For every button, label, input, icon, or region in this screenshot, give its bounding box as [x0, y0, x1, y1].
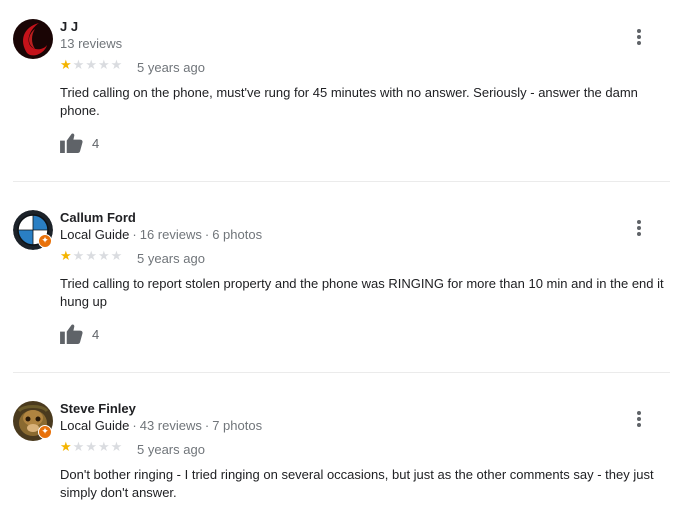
separator: ·	[204, 227, 210, 242]
star-icon: ★	[110, 58, 123, 73]
rating-stars: ★ ★ ★ ★ ★	[60, 441, 122, 454]
star-icon: ★	[85, 440, 97, 455]
star-icon: ★	[60, 58, 72, 73]
review-divider	[13, 181, 670, 182]
review-card: ✦ Callum Ford Local Guide · 16 reviews · 6 p…	[0, 210, 673, 350]
more-vert-icon	[637, 29, 641, 45]
separator: ·	[204, 418, 210, 433]
review-text: Tried calling to report stolen property …	[60, 276, 664, 309]
review-card: ✦ Steve Finley Local Guide · 43 reviews · 7 …	[0, 401, 673, 511]
more-options-button[interactable]	[632, 28, 646, 46]
star-icon: ★	[72, 58, 85, 73]
reviewer-name[interactable]: J J	[60, 19, 78, 34]
star-icon: ★	[72, 249, 85, 264]
star-icon: ★	[85, 249, 97, 264]
reviews-count: 43 reviews	[139, 418, 202, 433]
more-vert-icon	[637, 411, 641, 427]
reviewer-meta: Local Guide · 16 reviews · 6 photos	[60, 227, 262, 242]
review-divider	[13, 372, 670, 373]
review-text: Tried calling on the phone, must've rung…	[60, 85, 638, 118]
like-button[interactable]: 4	[60, 133, 99, 153]
review-time: 5 years ago	[137, 60, 205, 75]
star-icon: ★	[85, 58, 97, 73]
star-icon: ★	[60, 440, 72, 455]
star-icon: ★	[97, 58, 110, 73]
more-vert-icon	[637, 220, 641, 236]
star-icon: ★	[60, 249, 72, 264]
local-guide-badge-icon: ✦	[38, 425, 52, 439]
reviewer-name[interactable]: Callum Ford	[60, 210, 136, 225]
separator: ·	[132, 418, 137, 433]
star-icon: ★	[110, 440, 123, 455]
star-icon: ★	[97, 440, 110, 455]
review-card: J J 13 reviews ★ ★ ★ ★ ★ 5 years ago Tri…	[0, 19, 673, 159]
reviews-count: 16 reviews	[139, 227, 202, 242]
review-time: 5 years ago	[137, 251, 205, 266]
like-count: 4	[92, 135, 100, 151]
photos-count: 6 photos	[212, 227, 263, 242]
local-guide-badge-icon: ✦	[38, 234, 52, 248]
more-options-button[interactable]	[632, 410, 646, 428]
avatar[interactable]	[13, 19, 53, 59]
star-icon: ★	[97, 249, 110, 264]
review-time: 5 years ago	[137, 442, 205, 457]
separator: ·	[132, 227, 137, 242]
photos-count: 7 photos	[212, 418, 263, 433]
local-guide-label: Local Guide	[60, 418, 130, 433]
thumbs-up-icon	[60, 324, 83, 344]
reviewer-name[interactable]: Steve Finley	[60, 401, 136, 416]
local-guide-label: Local Guide	[60, 227, 130, 242]
star-icon: ★	[110, 249, 123, 264]
like-button[interactable]: 4	[60, 324, 99, 344]
reviewer-meta: Local Guide · 43 reviews · 7 photos	[60, 418, 262, 433]
rating-stars: ★ ★ ★ ★ ★	[60, 250, 122, 263]
more-options-button[interactable]	[632, 219, 646, 237]
thumbs-up-icon	[60, 133, 83, 153]
rating-stars: ★ ★ ★ ★ ★	[60, 59, 122, 72]
like-count: 4	[92, 326, 100, 342]
reviews-count: 13 reviews	[60, 36, 123, 51]
star-icon: ★	[72, 440, 85, 455]
review-text: Don't bother ringing - I tried ringing o…	[60, 467, 654, 500]
reviewer-meta: 13 reviews	[60, 36, 122, 51]
